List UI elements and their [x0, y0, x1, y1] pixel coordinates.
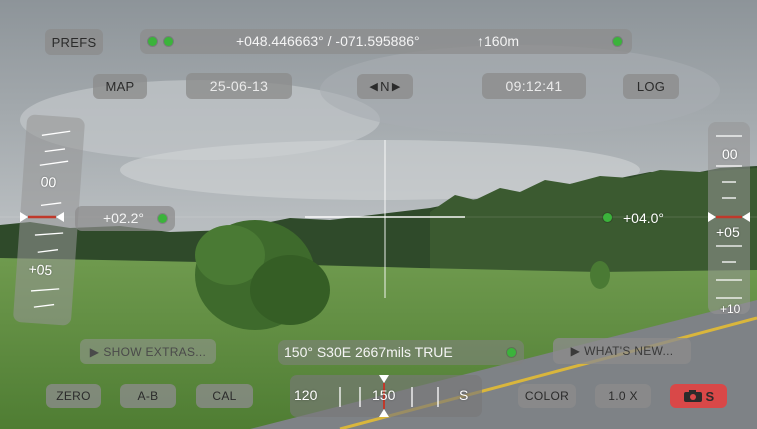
whats-new-button[interactable]: ▶ WHAT'S NEW... — [553, 338, 691, 364]
color-button[interactable]: COLOR — [518, 384, 576, 408]
right-gauge-tick-00: 00 — [722, 146, 738, 162]
location-bar: +048.446663° / -071.595886° ↑160m — [140, 29, 632, 54]
status-dot-left-2 — [164, 37, 173, 46]
coordinates: +048.446663° / -071.595886° — [236, 33, 420, 49]
a-b-button[interactable]: A-B — [120, 384, 176, 408]
zero-button[interactable]: ZERO — [46, 384, 101, 408]
compass-tick-s: S — [459, 387, 469, 403]
left-angle-status-dot — [158, 214, 167, 223]
play-icon: ▶ — [89, 344, 100, 359]
left-gauge-tick-00: 00 — [40, 173, 57, 191]
north-reference-button[interactable]: ◀ N ▶ — [357, 74, 413, 99]
play-icon: ▶ — [570, 344, 581, 358]
altitude: ↑160m — [477, 33, 520, 49]
left-angle-readout: +02.2° — [75, 206, 175, 231]
camera-view: PREFS +048.446663° / -071.595886° ↑160m … — [0, 0, 757, 429]
bearing-text: 150° S30E 2667mils TRUE — [284, 344, 453, 360]
right-angle-status-dot — [603, 213, 612, 222]
chevron-left-icon: ◀ — [369, 81, 379, 93]
cal-button[interactable]: CAL — [196, 384, 253, 408]
date-display[interactable]: 25-06-13 — [186, 73, 292, 99]
zoom-button[interactable]: 1.0 X — [595, 384, 651, 408]
north-label: N — [380, 79, 390, 94]
camera-suffix: S — [705, 388, 715, 404]
right-angle-value: +04.0° — [623, 210, 665, 226]
bearing-status-dot — [507, 348, 516, 357]
right-gauge-tick-05: +05 — [716, 224, 740, 240]
camera-icon — [683, 390, 702, 402]
bearing-readout: 150° S30E 2667mils TRUE — [278, 340, 524, 365]
right-level-marker — [708, 212, 750, 222]
compass-tick-150: 150 — [372, 387, 396, 403]
map-button[interactable]: MAP — [93, 74, 147, 99]
status-dot-right — [613, 37, 622, 46]
left-gauge-tick-05: +05 — [27, 260, 53, 279]
prefs-button[interactable]: PREFS — [45, 29, 103, 55]
whats-new-label: WHAT'S NEW... — [584, 344, 674, 358]
status-dot-left-1 — [148, 37, 157, 46]
time-display[interactable]: 09:12:41 — [482, 73, 586, 99]
camera-button[interactable]: S — [670, 384, 727, 408]
log-button[interactable]: LOG — [623, 74, 679, 99]
show-extras-button[interactable]: ▶ SHOW EXTRAS... — [80, 339, 216, 364]
left-angle-value: +02.2° — [103, 210, 145, 226]
left-level-marker — [20, 212, 64, 222]
compass-tick-120: 120 — [294, 387, 318, 403]
show-extras-label: SHOW EXTRAS... — [103, 344, 207, 359]
right-gauge-tick-10: +10 — [720, 302, 741, 316]
chevron-right-icon: ▶ — [391, 81, 401, 93]
compass-tape[interactable]: 120 150 S — [290, 375, 482, 417]
